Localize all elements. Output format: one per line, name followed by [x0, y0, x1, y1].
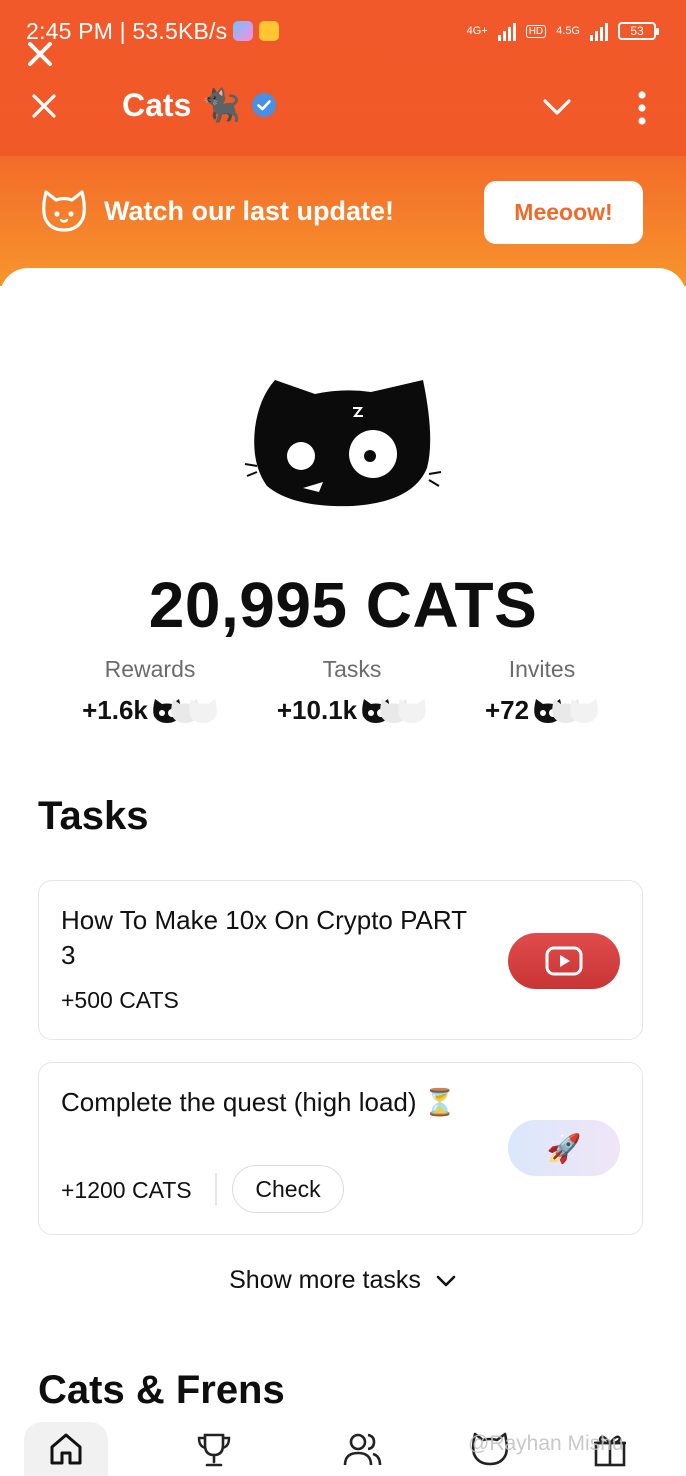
update-banner: Watch our last update! Meeoow! [0, 156, 686, 286]
top-bar: 2:45 PM | 53.5KB/s 4G+ HD 4.5G 53 Cats 🐈… [0, 0, 686, 156]
app-header: Cats 🐈‍⬛ [0, 72, 686, 144]
notes-app-icon [259, 21, 280, 41]
task-reward: +500 CATS [61, 987, 179, 1013]
stat-value-row: +10.1k [268, 695, 436, 726]
battery-level: 53 [630, 24, 644, 38]
stats-row: Rewards +1.6k Tasks +10.1k Invites +72 [0, 656, 686, 736]
black-cat-emoji: 🐈‍⬛ [201, 87, 242, 123]
app-title-text: Cats [122, 86, 192, 123]
cat-avatars-icon [361, 698, 427, 724]
stat-label: Tasks [322, 656, 382, 682]
cat-avatars-icon [533, 698, 599, 724]
youtube-play-icon [545, 946, 583, 976]
network-label-2: 4.5G [556, 25, 580, 37]
cats-balance: 20,995 CATS [148, 569, 538, 641]
status-time: 2:45 PM | 53.5KB/s [26, 17, 228, 44]
rocket-quest-button[interactable]: 🚀 [508, 1120, 620, 1176]
chevron-down-icon [436, 1275, 456, 1286]
cats-frens-heading: Cats & Frens [38, 1368, 285, 1412]
signal-icon [497, 21, 516, 41]
stat-invites: Invites +72 [472, 656, 612, 726]
trophy-icon [197, 1433, 231, 1467]
task-reward: +1200 CATS [61, 1177, 192, 1203]
hd-badge: HD [525, 24, 547, 38]
stat-label: Rewards [104, 656, 196, 682]
stat-value-row: +1.6k [70, 695, 230, 726]
cat-face-icon [42, 190, 86, 232]
stat-label: Invites [508, 656, 576, 682]
check-button[interactable]: Check [232, 1165, 344, 1213]
watermark-text: @Rayhan Mishu [468, 1432, 624, 1455]
nav-home[interactable] [24, 1422, 108, 1476]
signal-icon-2 [590, 21, 608, 41]
banner-content: Watch our last update! [40, 188, 394, 234]
stat-rewards: Rewards +1.6k [70, 656, 230, 726]
verified-badge-icon [252, 93, 277, 117]
close-icon[interactable] [28, 90, 60, 122]
task-title: How To Make 10x On Crypto PART 3 [61, 905, 467, 970]
status-icons: 4G+ HD 4.5G 53 [466, 14, 659, 48]
task-card[interactable]: Complete the quest (high load) ⏳ +1200 C… [38, 1062, 643, 1235]
network-label-1: 4G+ [466, 25, 488, 37]
nav-leaderboard[interactable] [172, 1422, 256, 1476]
show-more-tasks[interactable]: Show more tasks [0, 1266, 686, 1295]
rocket-icon: 🚀 [546, 1132, 582, 1164]
app-title: Cats 🐈‍⬛ [122, 86, 277, 124]
stat-value: +72 [484, 695, 530, 725]
divider [215, 1173, 217, 1205]
more-options-icon[interactable] [628, 88, 656, 128]
overlay-close-icon[interactable] [26, 40, 54, 68]
youtube-watch-button[interactable] [508, 933, 620, 989]
gallery-app-icon [233, 21, 254, 41]
nav-friends[interactable] [320, 1422, 404, 1476]
cats-logo-icon [244, 380, 442, 507]
show-more-label: Show more tasks [229, 1266, 421, 1294]
chevron-down-icon[interactable] [540, 92, 574, 122]
stat-tasks: Tasks +10.1k [268, 656, 436, 726]
home-icon [50, 1433, 82, 1465]
banner-text: Watch our last update! [104, 195, 395, 226]
tasks-heading: Tasks [38, 794, 149, 838]
stat-value: +1.6k [82, 695, 148, 725]
battery-icon: 53 [618, 22, 659, 40]
cat-avatars-icon [152, 698, 218, 724]
meeoow-button[interactable]: Meeoow! [484, 181, 643, 244]
friends-icon [343, 1433, 382, 1466]
task-card[interactable]: How To Make 10x On Crypto PART 3 +500 CA… [38, 880, 643, 1040]
status-bar: 2:45 PM | 53.5KB/s 4G+ HD 4.5G 53 [26, 14, 659, 48]
task-title: Complete the quest (high load) ⏳ [61, 1087, 457, 1117]
stat-value: +10.1k [276, 695, 358, 725]
stat-value-row: +72 [472, 695, 612, 726]
